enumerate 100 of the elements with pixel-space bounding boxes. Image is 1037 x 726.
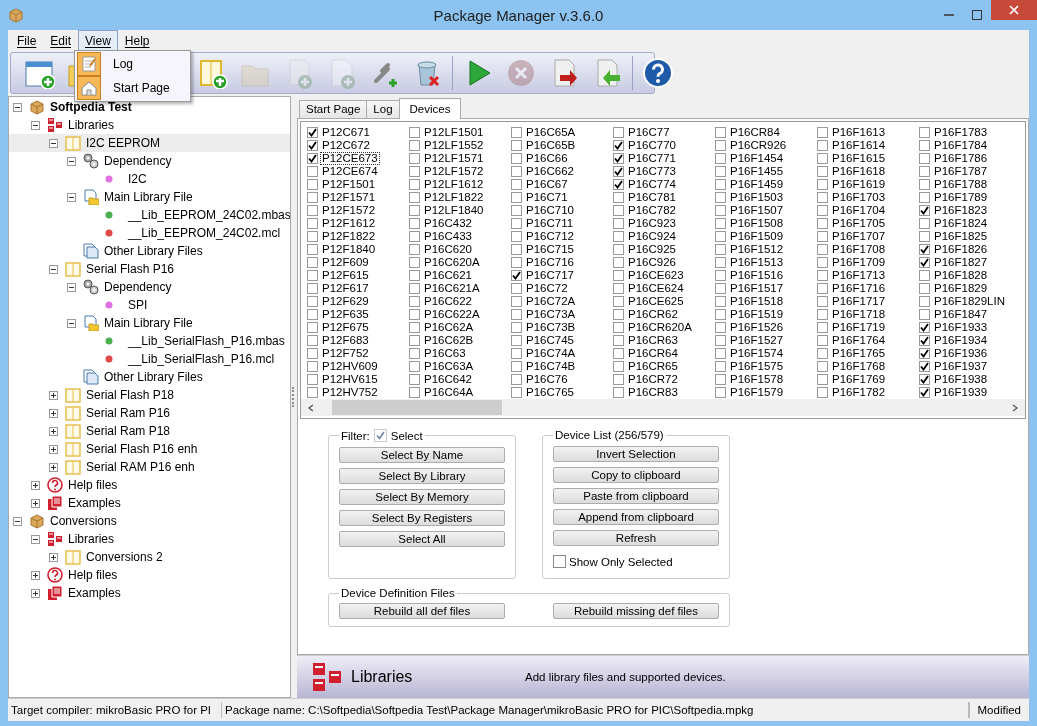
- tree-item[interactable]: Main Library File: [102, 316, 195, 330]
- tree-item[interactable]: Serial RAM P16 enh: [84, 460, 197, 474]
- action-button[interactable]: Select By Registers: [339, 510, 505, 526]
- action-button[interactable]: Invert Selection: [553, 446, 719, 462]
- device-label[interactable]: P12F615: [320, 269, 371, 282]
- device-label[interactable]: P16F1575: [728, 360, 786, 373]
- checkbox[interactable]: [511, 374, 522, 385]
- device-label[interactable]: P16F1526: [728, 321, 786, 334]
- checkbox[interactable]: [715, 218, 726, 229]
- checkbox[interactable]: [307, 335, 318, 346]
- menu-item[interactable]: File: [10, 30, 44, 51]
- device-label[interactable]: P16C924: [626, 230, 678, 243]
- checkbox[interactable]: [919, 322, 930, 333]
- tab[interactable]: Devices: [398, 98, 462, 119]
- tree-item[interactable]: __Lib_EEPROM_24C02.mbas: [126, 208, 290, 222]
- tree-item[interactable]: Softpedia Test: [48, 100, 134, 114]
- checkbox[interactable]: [919, 231, 930, 242]
- device-label[interactable]: P12F1840: [320, 243, 378, 256]
- device-label[interactable]: P16F1619: [830, 178, 888, 191]
- checkbox[interactable]: [613, 153, 624, 164]
- device-label[interactable]: P16F1509: [728, 230, 786, 243]
- checkbox[interactable]: [511, 387, 522, 398]
- device-label[interactable]: P16F1782: [830, 386, 888, 399]
- device-label[interactable]: P12F1501: [320, 178, 378, 191]
- device-label[interactable]: P12F635: [320, 308, 371, 321]
- checkbox[interactable]: [613, 205, 624, 216]
- tree-item[interactable]: SPI: [126, 298, 150, 312]
- checkbox[interactable]: [817, 218, 828, 229]
- device-label[interactable]: P12F1822: [320, 230, 378, 243]
- device-label[interactable]: P12HV752: [320, 386, 380, 399]
- device-label[interactable]: P16F1937: [932, 360, 990, 373]
- checkbox[interactable]: [817, 361, 828, 372]
- expand-icon[interactable]: [49, 408, 58, 418]
- checkbox[interactable]: [919, 348, 930, 359]
- device-label[interactable]: P16C62B: [422, 334, 476, 347]
- device-label[interactable]: P16F1614: [830, 139, 888, 152]
- device-label[interactable]: P16F1717: [830, 295, 888, 308]
- checkbox[interactable]: [307, 218, 318, 229]
- checkbox[interactable]: [613, 179, 624, 190]
- checkbox[interactable]: [307, 348, 318, 359]
- device-label[interactable]: P12C672: [320, 139, 372, 152]
- device-label[interactable]: P16CR83: [626, 386, 680, 399]
- collapse-icon[interactable]: [49, 138, 58, 148]
- checkbox[interactable]: [409, 335, 420, 346]
- device-label[interactable]: P16C662: [524, 165, 576, 178]
- device-label[interactable]: P16C62A: [422, 321, 476, 334]
- checkbox[interactable]: [307, 231, 318, 242]
- scroll-thumb[interactable]: [332, 400, 502, 415]
- device-label[interactable]: P12LF1571: [422, 152, 486, 165]
- checkbox[interactable]: [919, 166, 930, 177]
- checkbox[interactable]: [817, 283, 828, 294]
- device-label[interactable]: P16C77: [626, 126, 672, 139]
- device-label[interactable]: P16C72A: [524, 295, 578, 308]
- tree-item[interactable]: Conversions: [48, 514, 119, 528]
- device-label[interactable]: P16F1783: [932, 126, 990, 139]
- device-label[interactable]: P16F1708: [830, 243, 888, 256]
- checkbox[interactable]: [715, 205, 726, 216]
- device-label[interactable]: P16F1823: [932, 204, 990, 217]
- action-button[interactable]: Rebuild missing def files: [553, 603, 719, 619]
- checkbox[interactable]: [919, 387, 930, 398]
- checkbox[interactable]: [409, 361, 420, 372]
- device-label[interactable]: P12HV609: [320, 360, 380, 373]
- device-label[interactable]: P16CR62: [626, 308, 680, 321]
- checkbox[interactable]: [715, 387, 726, 398]
- checkbox[interactable]: [613, 127, 624, 138]
- tree-item[interactable]: Dependency: [102, 280, 174, 294]
- close-button[interactable]: [991, 0, 1037, 20]
- checkbox[interactable]: [919, 374, 930, 385]
- checkbox[interactable]: [919, 296, 930, 307]
- device-label[interactable]: P16C712: [524, 230, 576, 243]
- device-label[interactable]: P16F1828: [932, 269, 990, 282]
- checkbox[interactable]: [613, 387, 624, 398]
- checkbox[interactable]: [715, 309, 726, 320]
- checkbox[interactable]: [307, 179, 318, 190]
- tree-item[interactable]: __Lib_EEPROM_24C02.mcl: [126, 226, 283, 240]
- tree-item[interactable]: Help files: [66, 568, 120, 582]
- checkbox[interactable]: [409, 348, 420, 359]
- checkbox[interactable]: [409, 244, 420, 255]
- checkbox[interactable]: [919, 205, 930, 216]
- checkbox[interactable]: [613, 244, 624, 255]
- device-label[interactable]: P16C710: [524, 204, 576, 217]
- tree-item[interactable]: Dependency: [102, 154, 174, 168]
- checkbox[interactable]: [919, 192, 930, 203]
- checkbox[interactable]: [511, 335, 522, 346]
- device-label[interactable]: P16F1518: [728, 295, 786, 308]
- tree-item[interactable]: Examples: [66, 496, 123, 510]
- checkbox[interactable]: [715, 374, 726, 385]
- checkbox[interactable]: [511, 257, 522, 268]
- checkbox[interactable]: [715, 348, 726, 359]
- checkbox[interactable]: [919, 309, 930, 320]
- device-label[interactable]: P16F1769: [830, 373, 888, 386]
- checkbox[interactable]: [511, 166, 522, 177]
- device-label[interactable]: P12LF1822: [422, 191, 486, 204]
- action-button[interactable]: Paste from clipboard: [553, 488, 719, 504]
- checkbox[interactable]: [817, 140, 828, 151]
- checkbox[interactable]: [511, 231, 522, 242]
- device-label[interactable]: P16F1713: [830, 269, 888, 282]
- device-label[interactable]: P12HV615: [320, 373, 380, 386]
- device-label[interactable]: P16C765: [524, 386, 576, 399]
- checkbox[interactable]: [715, 335, 726, 346]
